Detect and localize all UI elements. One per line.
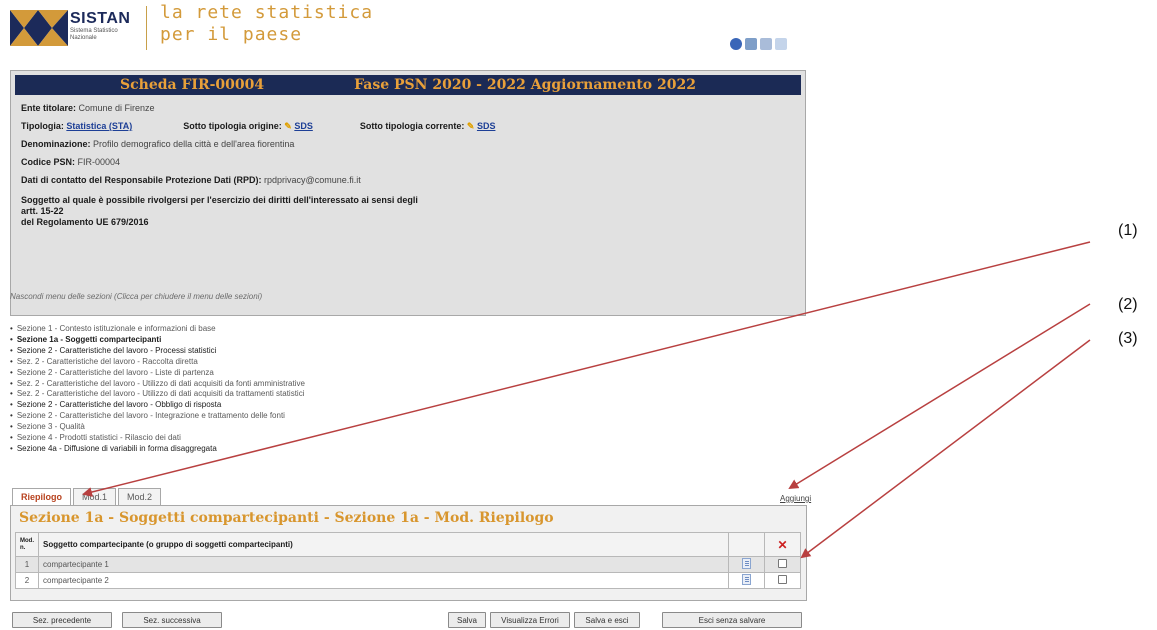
show-errors-button[interactable]: Visualizza Errori (490, 612, 570, 628)
document-icon[interactable] (775, 38, 787, 50)
denominazione-value: Profilo demografico della città e dell'a… (93, 139, 295, 149)
tab-mod2[interactable]: Mod.2 (118, 488, 162, 505)
save-button[interactable]: Salva (448, 612, 486, 628)
next-section-button[interactable]: Sez. successiva (122, 612, 222, 628)
denominazione-label: Denominazione: (21, 139, 91, 149)
annotation-arrow-2 (788, 303, 1091, 490)
sistan-logo: SISTAN Sistema Statistico Nazionale (10, 4, 140, 48)
col-delete-header: ✕ (764, 532, 801, 557)
row-soggetto: compartecipante 1 (38, 556, 729, 573)
section-link[interactable]: Sezione 2 - Caratteristiche del lavoro -… (10, 346, 305, 357)
tipologia-link[interactable]: Statistica (STA) (66, 121, 132, 131)
header-divider (146, 6, 147, 50)
codice-value: FIR-00004 (77, 157, 121, 167)
section-link[interactable]: Sezione 2 - Caratteristiche del lavoro -… (10, 411, 305, 422)
annotation-label-3: (3) (1118, 330, 1138, 347)
edit-icon[interactable] (742, 558, 751, 569)
annotation-arrow-3 (800, 339, 1091, 559)
row-number: 2 (15, 572, 39, 589)
annotation-label-2: (2) (1118, 296, 1138, 313)
soggetto-block: Soggetto al quale è possibile rivolgersi… (21, 195, 441, 228)
section-link[interactable]: Sezione 4a - Diffusione di variabili in … (10, 444, 305, 455)
sotto-origine-label: Sotto tipologia origine: (183, 121, 282, 131)
table-row: 2 compartecipante 2 (15, 572, 801, 589)
row-number: 1 (15, 556, 39, 573)
compartecipanti-table: Mod. n. Soggetto compartecipante (o grup… (15, 532, 801, 589)
table-header-row: Mod. n. Soggetto compartecipante (o grup… (15, 532, 801, 557)
hide-menu-link[interactable]: Nascondi menu delle sezioni (Clicca per … (10, 292, 262, 301)
rpd-label: Dati di contatto del Responsabile Protez… (21, 175, 262, 185)
tagline-line-1: la rete statistica (160, 2, 374, 23)
section-link[interactable]: Sez. 2 - Caratteristiche del lavoro - Ut… (10, 379, 305, 390)
row-soggetto: compartecipante 2 (38, 572, 729, 589)
sotto-corrente-link[interactable]: SDS (477, 121, 496, 131)
rpd-value: rpdprivacy@comune.fi.it (264, 175, 361, 185)
scheda-panel: Scheda FIR-00004 Fase PSN 2020 - 2022 Ag… (10, 70, 806, 316)
section-link[interactable]: Sezione 4 - Prodotti statistici - Rilasc… (10, 433, 305, 444)
section-link[interactable]: Sezione 3 - Qualità (10, 422, 305, 433)
header-icons (730, 38, 787, 50)
tagline-line-2: per il paese (160, 24, 303, 45)
export-icon[interactable] (760, 38, 772, 50)
fase-title: Fase PSN 2020 - 2022 Aggiornamento 2022 (354, 77, 696, 93)
delete-checkbox[interactable] (778, 559, 787, 568)
ente-line: Ente titolare: Comune di Firenze (21, 103, 155, 113)
logo-title: SISTAN (70, 10, 131, 27)
tipologia-label: Tipologia: (21, 121, 64, 131)
scheda-title: Scheda FIR-00004 (120, 77, 265, 93)
edit-cell (728, 572, 765, 589)
section-link-current[interactable]: Sezione 1a - Soggetti compartecipanti (10, 335, 305, 346)
info-icon[interactable] (730, 38, 742, 50)
tab-mod1[interactable]: Mod.1 (73, 488, 117, 505)
soggetto-line-2: artt. 15-22 (21, 206, 64, 216)
sotto-origine-link[interactable]: SDS (294, 121, 313, 131)
col-mod-header: Mod. n. (15, 532, 39, 557)
edit-cell (728, 556, 765, 573)
col-edit-header (728, 532, 765, 557)
delete-header-icon[interactable]: ✕ (777, 538, 787, 552)
col-soggetto-header: Soggetto compartecipante (o gruppo di so… (38, 532, 729, 557)
scheda-header: Scheda FIR-00004 Fase PSN 2020 - 2022 Ag… (15, 75, 801, 95)
delete-checkbox[interactable] (778, 575, 787, 584)
module-tabs: Riepilogo Mod.1 Mod.2 (12, 488, 163, 505)
tipologia-line: Tipologia: Statistica (STA) Sotto tipolo… (21, 121, 495, 132)
soggetto-line-3: del Regolamento UE 679/2016 (21, 217, 149, 227)
section-link[interactable]: Sez. 2 - Caratteristiche del lavoro - Ra… (10, 357, 305, 368)
edit-icon[interactable] (742, 574, 751, 585)
sections-menu: Sezione 1 - Contesto istituzionale e inf… (10, 324, 305, 455)
sotto-corrente-label: Sotto tipologia corrente: (359, 121, 465, 131)
print-icon[interactable] (745, 38, 757, 50)
section-title: Sezione 1a - Soggetti compartecipanti - … (19, 510, 554, 526)
tab-riepilogo[interactable]: Riepilogo (12, 488, 71, 505)
aggiungi-link[interactable]: Aggiungi (780, 494, 811, 503)
delete-cell (764, 572, 801, 589)
annotation-label-1: (1) (1118, 222, 1138, 239)
sistan-logo-mark-icon (10, 10, 68, 46)
exit-without-save-button[interactable]: Esci senza salvare (662, 612, 802, 628)
ente-label: Ente titolare: (21, 103, 77, 113)
edit-corrente-icon[interactable]: ✎ (467, 121, 475, 131)
section-link[interactable]: Sezione 2 - Caratteristiche del lavoro -… (10, 400, 305, 411)
prev-section-button[interactable]: Sez. precedente (12, 612, 112, 628)
soggetto-line-1: Soggetto al quale è possibile rivolgersi… (21, 195, 418, 205)
codice-line: Codice PSN: FIR-00004 (21, 157, 120, 167)
logo-subtitle: Sistema Statistico Nazionale (70, 28, 118, 41)
denominazione-line: Denominazione: Profilo demografico della… (21, 139, 294, 149)
section-link[interactable]: Sezione 1 - Contesto istituzionale e inf… (10, 324, 305, 335)
rpd-line: Dati di contatto del Responsabile Protez… (21, 175, 361, 185)
section-link[interactable]: Sez. 2 - Caratteristiche del lavoro - Ut… (10, 389, 305, 400)
codice-label: Codice PSN: (21, 157, 76, 167)
section-box: Sezione 1a - Soggetti compartecipanti - … (10, 505, 807, 601)
save-exit-button[interactable]: Salva e esci (574, 612, 640, 628)
delete-cell (764, 556, 801, 573)
edit-origine-icon[interactable]: ✎ (284, 121, 292, 131)
section-link[interactable]: Sezione 2 - Caratteristiche del lavoro -… (10, 368, 305, 379)
table-row: 1 compartecipante 1 (15, 556, 801, 573)
ente-value: Comune di Firenze (78, 103, 155, 113)
tagline: la rete statistica per il paese (160, 2, 373, 46)
